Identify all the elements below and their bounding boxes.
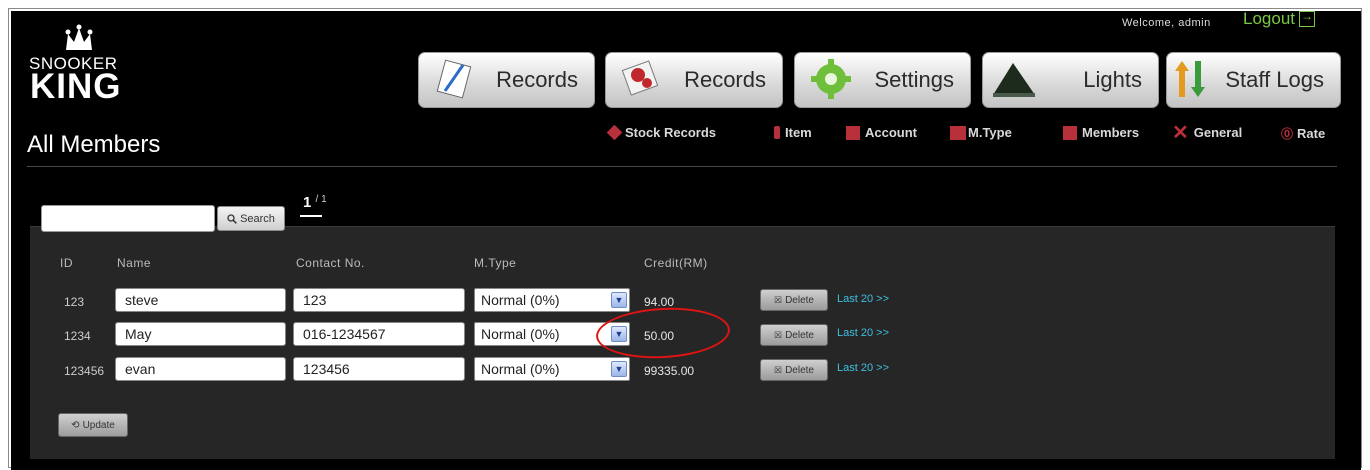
pencil-paper-icon [436, 59, 472, 99]
search-icon [227, 213, 237, 224]
search-button[interactable]: Search [217, 206, 285, 231]
members-icon [1063, 125, 1077, 140]
snooker-balls-icon [621, 60, 659, 96]
page-title: All Members [27, 131, 161, 158]
member-type-value: Normal (0%) [481, 292, 560, 308]
nav-staff-logs-label: Staff Logs [1225, 67, 1324, 92]
bottle-icon [774, 126, 780, 139]
delete-icon: ☒ [774, 364, 783, 375]
member-name-input[interactable]: steve [115, 288, 286, 312]
subnav-members-label: Members [1082, 125, 1140, 140]
logout-icon [1299, 9, 1315, 27]
subnav-item[interactable]: Item [774, 125, 812, 140]
delete-icon: ☒ [774, 329, 783, 340]
member-credit: 99335.00 [644, 364, 695, 378]
rate-icon: ⓪ [1281, 127, 1294, 141]
page: SNOOKER KING Welcome, admin Logout Recor… [0, 0, 1370, 470]
nav-settings-label: Settings [874, 67, 955, 92]
subnav-rate-label: Rate [1297, 126, 1326, 141]
update-icon: ⟲ [71, 419, 80, 431]
chevron-down-icon[interactable]: ▼ [611, 292, 627, 308]
logout-label: Logout [1243, 9, 1295, 28]
delete-button-label: Delete [785, 329, 814, 341]
update-button-label: Update [82, 419, 115, 431]
chevron-down-icon[interactable]: ▼ [611, 361, 627, 377]
subnav-general[interactable]: ✕ General [1172, 121, 1243, 144]
member-type-value: Normal (0%) [481, 326, 560, 342]
search-button-label: Search [240, 212, 275, 225]
last-20-link[interactable]: Last 20 >> [837, 327, 889, 339]
delete-button[interactable]: ☒ Delete [760, 289, 828, 311]
page-current-underline [300, 215, 322, 217]
member-type-icon [950, 125, 966, 140]
column-header-name: Name [117, 256, 152, 270]
tag-icon [606, 124, 623, 141]
search-input[interactable] [41, 205, 215, 232]
page-total: / 1 [315, 194, 327, 205]
subnav-item-label: Item [785, 125, 812, 140]
column-header-credit: Credit(RM) [644, 256, 708, 270]
member-contact-input[interactable]: 123456 [293, 357, 465, 381]
column-header-contact: Contact No. [296, 256, 365, 270]
update-button[interactable]: ⟲ Update [58, 413, 128, 437]
nav-records-label: Records [496, 67, 578, 92]
page-current[interactable]: 1 [303, 194, 311, 211]
subnav-m-type[interactable]: M.Type [950, 125, 1012, 140]
pagination: 1 / 1 [303, 194, 327, 211]
member-name-input[interactable]: May [115, 322, 286, 346]
last-20-link[interactable]: Last 20 >> [837, 293, 889, 305]
subnav-m-type-label: M.Type [968, 125, 1012, 140]
delete-button-label: Delete [785, 294, 814, 306]
nav-records-2-button[interactable]: Records [605, 52, 783, 108]
subnav-stock-records[interactable]: Stock Records [606, 124, 717, 141]
brand-bottom-text: KING [30, 67, 122, 106]
up-down-arrows-icon [1175, 61, 1205, 97]
subnav-stock-records-label: Stock Records [625, 125, 717, 140]
nav-staff-logs-button[interactable]: Staff Logs [1166, 52, 1341, 108]
delete-button[interactable]: ☒ Delete [760, 359, 828, 381]
member-id: 123456 [64, 364, 105, 378]
delete-button[interactable]: ☒ Delete [760, 324, 828, 346]
subnav-account[interactable]: Account [846, 125, 917, 140]
nav-records-button[interactable]: Records [418, 52, 595, 108]
nav-settings-button[interactable]: Settings [794, 52, 971, 108]
member-type-value: Normal (0%) [481, 361, 560, 377]
nav-lights-button[interactable]: Lights [982, 52, 1159, 108]
logout-link[interactable]: Logout [1243, 9, 1315, 29]
member-contact-input[interactable]: 016-1234567 [293, 322, 465, 346]
delete-button-label: Delete [785, 364, 814, 376]
tools-icon: ✕ [1172, 121, 1189, 144]
subnav-general-label: General [1193, 125, 1243, 140]
member-type-select[interactable]: Normal (0%) ▼ [474, 288, 630, 312]
member-contact-input[interactable]: 123 [293, 288, 465, 312]
snooker-king-logo: SNOOKER KING [29, 22, 149, 112]
last-20-link[interactable]: Last 20 >> [837, 362, 889, 374]
crown-icon [65, 24, 93, 50]
member-name-input[interactable]: evan [115, 357, 286, 381]
nav-records-2-label: Records [684, 67, 766, 92]
subnav-members[interactable]: Members [1063, 125, 1139, 140]
header-divider [27, 166, 1337, 167]
welcome-text: Welcome, admin [1122, 17, 1211, 29]
subnav-rate[interactable]: ⓪ Rate [1281, 125, 1325, 142]
gear-icon [811, 59, 851, 99]
delete-icon: ☒ [774, 294, 783, 305]
member-type-select[interactable]: Normal (0%) ▼ [474, 357, 630, 381]
column-header-mtype: M.Type [474, 256, 517, 270]
member-id: 1234 [64, 329, 91, 343]
account-icon [846, 125, 860, 140]
subnav-account-label: Account [865, 125, 917, 140]
member-id: 123 [64, 295, 85, 309]
nav-lights-label: Lights [1083, 67, 1142, 92]
column-header-id: ID [60, 256, 73, 270]
lamp-icon [993, 63, 1035, 97]
